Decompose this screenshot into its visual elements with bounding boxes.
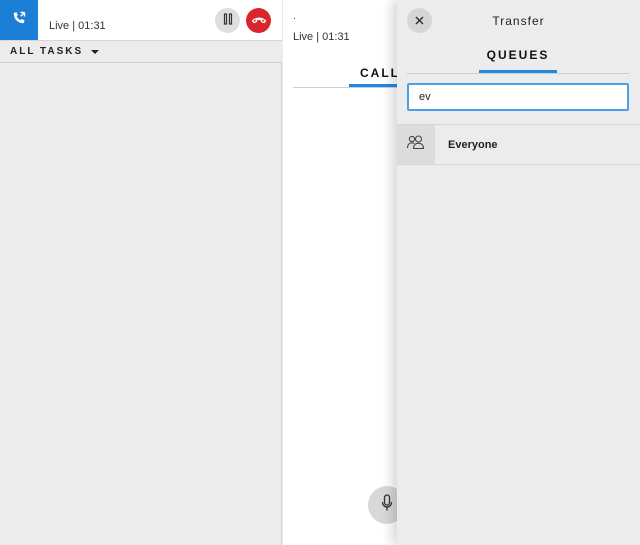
task-list-panel: Live | 01:31 ALL TASKS bbox=[0, 0, 282, 545]
group-icon bbox=[406, 134, 426, 155]
pause-icon bbox=[223, 12, 233, 30]
microphone-icon bbox=[381, 493, 393, 517]
task-filter-label: ALL TASKS bbox=[10, 46, 84, 57]
queue-icon-tile bbox=[397, 125, 435, 164]
hang-up-icon bbox=[251, 12, 267, 30]
caret-down-icon bbox=[91, 49, 100, 54]
call-task-tile bbox=[0, 0, 38, 40]
transfer-drawer: Transfer QUEUES Everyone bbox=[397, 0, 640, 545]
task-card[interactable]: Live | 01:31 bbox=[0, 0, 282, 41]
call-status: Live | 01:31 bbox=[293, 31, 350, 43]
queue-search-input[interactable] bbox=[407, 83, 629, 111]
tab-queues[interactable]: QUEUES bbox=[479, 48, 557, 74]
tabs-divider bbox=[293, 87, 403, 88]
tab-call-label: CALL bbox=[360, 66, 400, 80]
task-filter-dropdown[interactable]: ALL TASKS bbox=[0, 41, 282, 63]
caller-name: . bbox=[293, 10, 297, 22]
phone-transfer-icon bbox=[11, 10, 27, 31]
tab-queues-label: QUEUES bbox=[486, 48, 550, 62]
tabs-divider bbox=[407, 73, 629, 74]
end-call-button[interactable] bbox=[246, 8, 271, 33]
task-status: Live | 01:31 bbox=[49, 20, 106, 32]
queue-list-item[interactable]: Everyone bbox=[397, 124, 640, 165]
drawer-title: Transfer bbox=[492, 14, 545, 28]
hold-button[interactable] bbox=[215, 8, 240, 33]
queue-name: Everyone bbox=[448, 139, 498, 151]
